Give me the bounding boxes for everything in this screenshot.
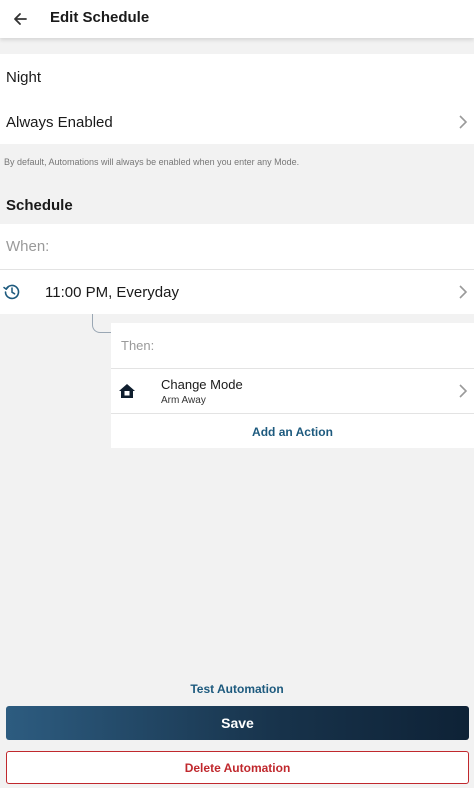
save-button-label: Save <box>221 715 254 731</box>
mode-setting-label: Always Enabled <box>6 114 113 131</box>
chevron-right-icon <box>459 115 468 129</box>
flow-connector <box>92 314 113 333</box>
automation-name[interactable]: Night <box>6 69 41 86</box>
then-card: Then: Change Mode Arm Away Add an Action <box>111 323 474 448</box>
schedule-section-title: Schedule <box>6 197 73 214</box>
when-label: When: <box>6 238 50 255</box>
schedule-trigger-text: 11:00 PM, Everyday <box>45 284 179 301</box>
back-button[interactable] <box>8 6 34 32</box>
help-text: By default, Automations will always be e… <box>4 157 300 167</box>
action-item[interactable]: Change Mode Arm Away <box>111 369 474 413</box>
test-automation-button[interactable]: Test Automation <box>0 682 474 696</box>
home-mode-icon <box>119 384 135 398</box>
schedule-trigger-row[interactable]: 11:00 PM, Everyday <box>0 270 474 314</box>
action-subtitle: Arm Away <box>161 395 206 406</box>
automation-settings-card: Night Always Enabled <box>0 54 474 144</box>
clock-history-icon <box>3 284 20 300</box>
arrow-left-icon <box>14 13 27 25</box>
when-card: When: 11:00 PM, Everyday <box>0 224 474 314</box>
delete-automation-label: Delete Automation <box>184 761 291 775</box>
save-button[interactable]: Save <box>6 706 469 740</box>
divider <box>111 413 474 414</box>
chevron-right-icon <box>459 384 468 398</box>
delete-automation-button[interactable]: Delete Automation <box>6 751 469 784</box>
mode-setting-row[interactable]: Always Enabled <box>0 99 474 144</box>
page-title: Edit Schedule <box>50 9 150 26</box>
chevron-right-icon <box>459 285 468 299</box>
action-title: Change Mode <box>161 377 243 392</box>
app-bar: Edit Schedule <box>0 0 474 38</box>
add-action-button[interactable]: Add an Action <box>111 425 474 439</box>
then-label: Then: <box>121 338 155 353</box>
